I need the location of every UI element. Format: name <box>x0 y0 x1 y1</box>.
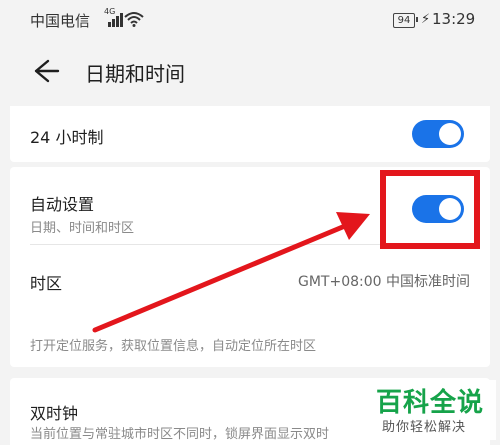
hour24-label: 24 小时制 <box>30 128 104 147</box>
battery-icon: 94 <box>393 13 415 28</box>
dual-clock-subtitle: 当前位置与常驻城市时区不同时，锁屏界面显示双时 <box>30 427 330 442</box>
battery-tip <box>416 17 418 22</box>
arrow-left-icon[interactable] <box>28 56 60 86</box>
signal-icon: 4G <box>104 7 126 27</box>
carrier-name: 中国电信 <box>30 12 91 30</box>
wifi-icon <box>124 12 144 27</box>
auto-set-label: 自动设置 <box>30 195 95 214</box>
watermark-subtitle: 助你轻松解决 <box>382 420 467 435</box>
page-title: 日期和时间 <box>85 62 185 86</box>
watermark: 百科全说 助你轻松解决 <box>368 380 496 440</box>
settings-card-format: 24 小时制 <box>10 106 490 162</box>
highlight-box <box>380 170 480 249</box>
toggle-knob <box>439 123 461 145</box>
charging-icon: ⚡ <box>421 12 431 27</box>
status-bar: 中国电信 4G 94 ⚡ 13:29 <box>0 0 500 42</box>
location-hint: 打开定位服务，获取位置信息，自动定位所在时区 <box>30 339 317 354</box>
auto-set-subtitle: 日期、时间和时区 <box>30 221 135 236</box>
clock: 13:29 <box>432 10 476 28</box>
dual-clock-label: 双时钟 <box>30 404 79 423</box>
timezone-label: 时区 <box>30 274 63 293</box>
hour24-toggle[interactable] <box>412 120 464 148</box>
timezone-value: GMT+08:00 中国标准时间 <box>297 274 470 290</box>
watermark-title: 百科全说 <box>376 388 485 418</box>
screen: 中国电信 4G 94 ⚡ 13:29 日期和时间 24 小时制 自动设置 日期、… <box>0 0 500 445</box>
network-type-label: 4G <box>104 7 116 16</box>
app-header: 日期和时间 <box>0 42 500 100</box>
